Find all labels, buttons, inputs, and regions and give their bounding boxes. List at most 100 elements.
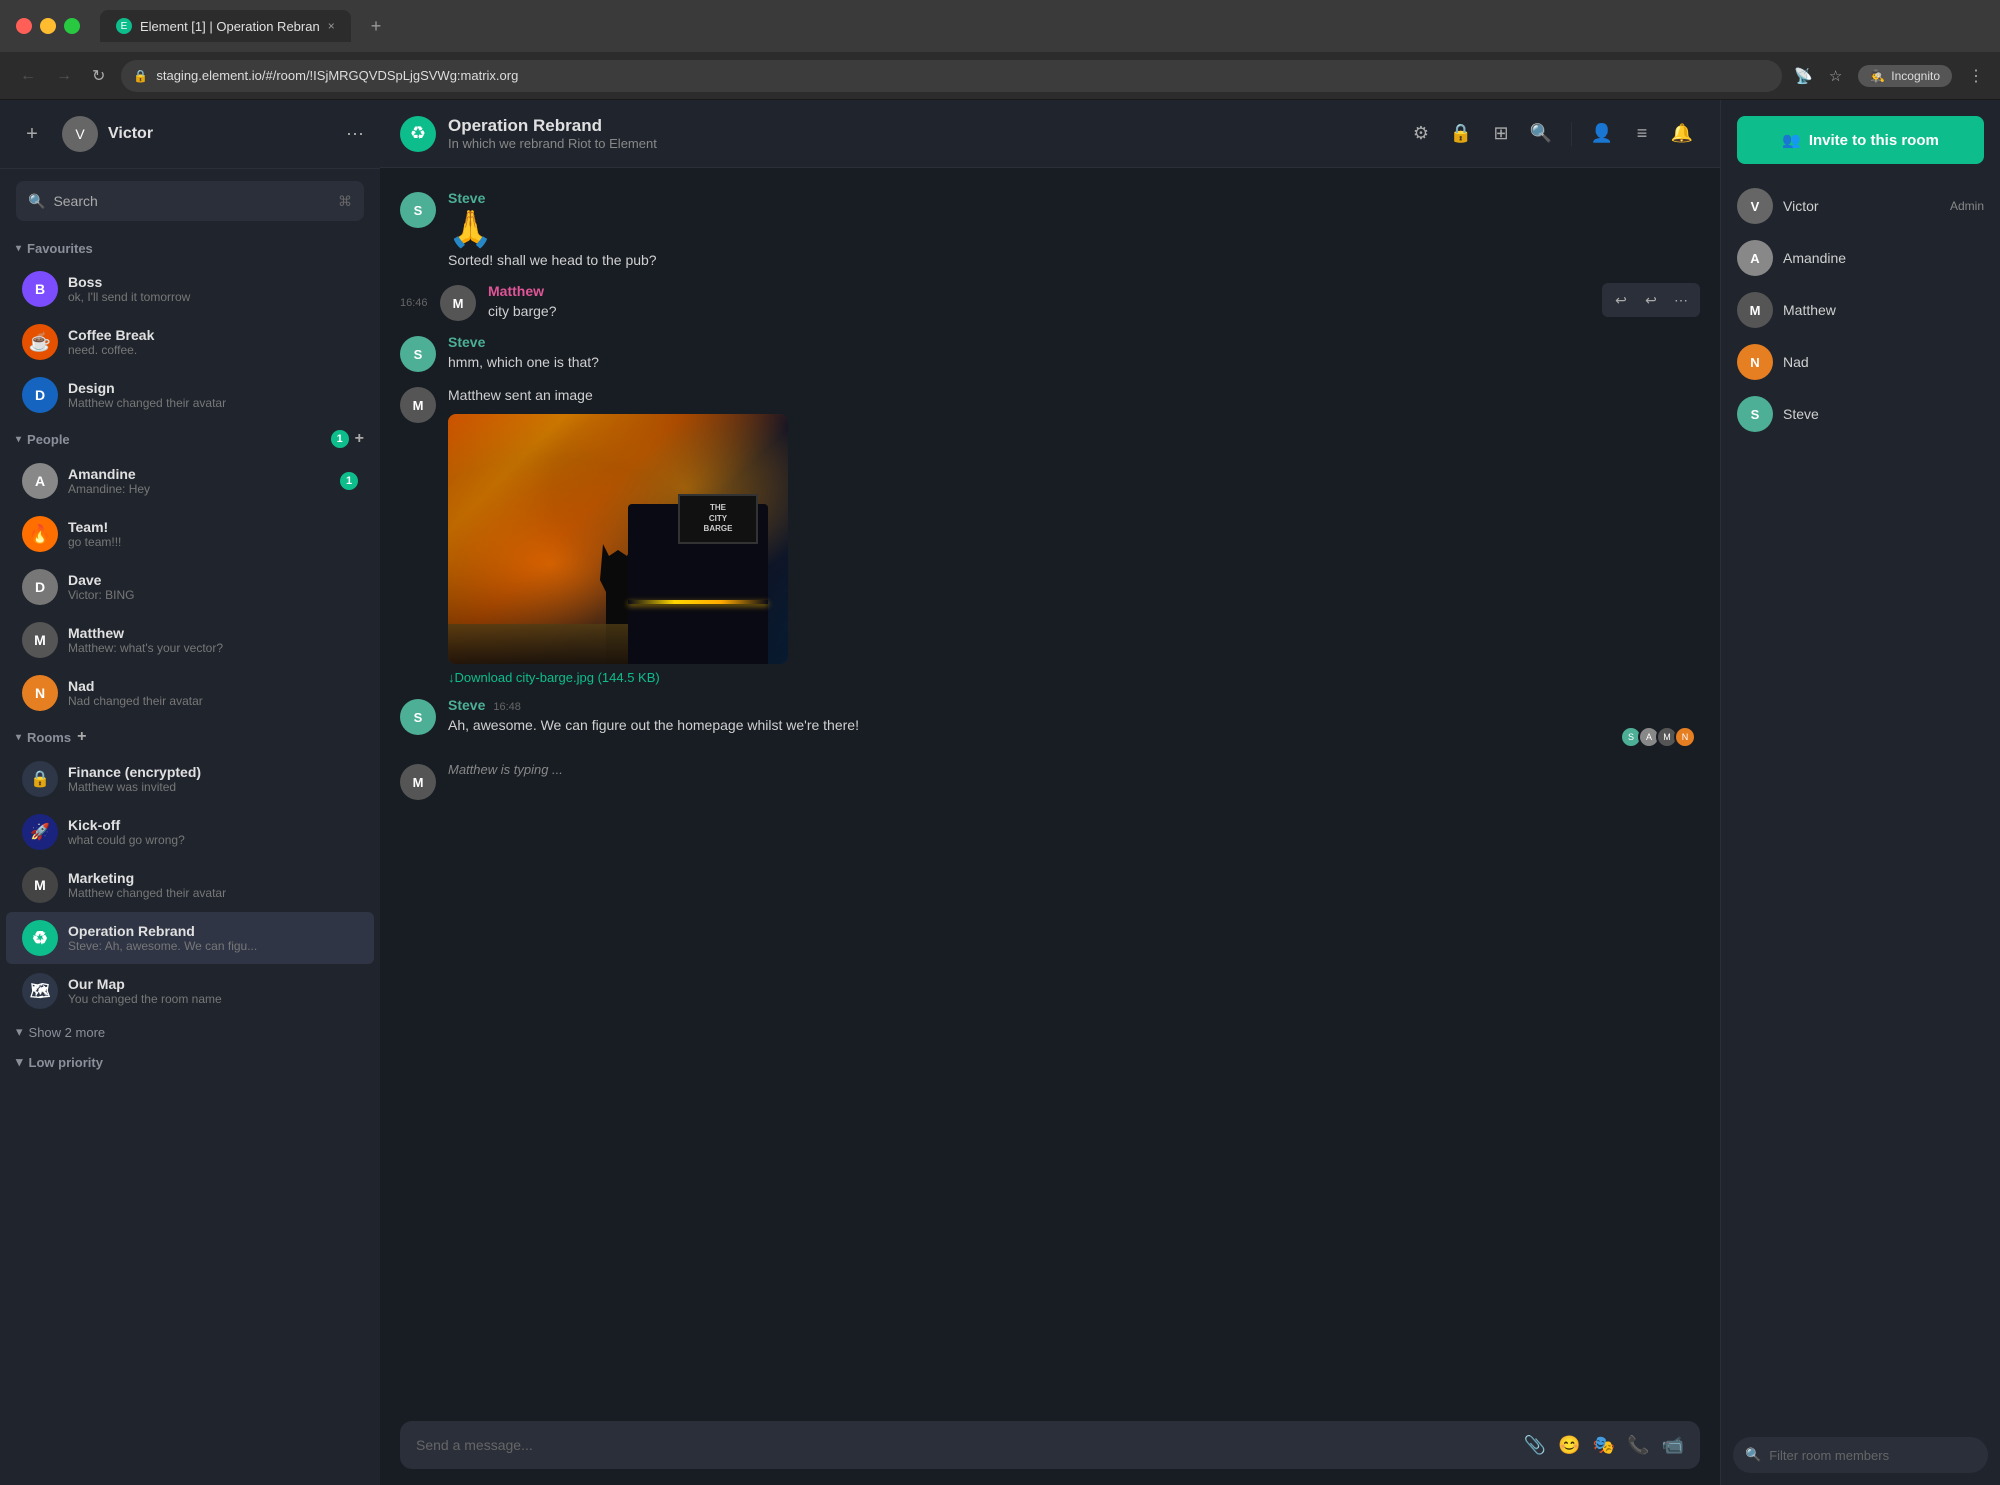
close-window-btn[interactable] <box>16 18 32 34</box>
sidebar-header: + V Victor ⋯ <box>0 100 380 169</box>
typing-indicator: Matthew is typing ... <box>448 762 1700 777</box>
message-group-steve1: S Steve 🙏 Sorted! shall we head to the p… <box>380 184 1720 277</box>
member-avatar-victor: V <box>1737 188 1773 224</box>
room-security-btn[interactable]: 🔒 <box>1443 116 1479 152</box>
chat-header-info: Operation Rebrand In which we rebrand Ri… <box>448 116 1403 151</box>
room-item-coffee[interactable]: ☕ Coffee Break need. coffee. <box>6 316 374 368</box>
msg-reactions: S A M N <box>1624 726 1696 748</box>
browser-chrome: E Element [1] | Operation Rebran × + ← →… <box>0 0 2000 100</box>
create-room-btn[interactable]: + <box>16 118 48 150</box>
room-item-boss[interactable]: B Boss ok, I'll send it tomorrow <box>6 263 374 315</box>
browser-tab[interactable]: E Element [1] | Operation Rebran × <box>100 10 351 42</box>
user-avatar[interactable]: V <box>62 116 98 152</box>
sidebar-menu-btn[interactable]: ⋯ <box>346 124 364 145</box>
show-more-btn[interactable]: ▾ Show 2 more <box>0 1018 380 1046</box>
msg-image[interactable]: THECITYBARGE <box>448 414 788 664</box>
design-name: Design <box>68 380 358 396</box>
filter-search-icon: 🔍 <box>1745 1447 1761 1463</box>
room-search-btn[interactable]: 🔍 <box>1523 116 1559 152</box>
incognito-badge: 🕵 Incognito <box>1858 65 1952 87</box>
msg-body-steve2: Steve hmm, which one is that? <box>448 334 1700 373</box>
room-apps-btn[interactable]: ⊞ <box>1483 116 1519 152</box>
add-room-btn[interactable]: + <box>77 728 86 746</box>
more-actions-btn[interactable]: ⋯ <box>1668 287 1694 313</box>
address-bar[interactable]: 🔒 staging.element.io/#/room/!ISjMRGQVDSp… <box>121 60 1782 92</box>
emoji-btn[interactable]: 😊 <box>1558 1435 1580 1456</box>
browser-nav: ← → ↻ 🔒 staging.element.io/#/room/!ISjMR… <box>0 52 2000 100</box>
members-list: V Victor Admin A Amandine M Matthew N Na… <box>1721 180 2000 1429</box>
room-settings-btn[interactable]: ⚙ <box>1403 116 1439 152</box>
sign-text: THECITYBARGE <box>704 503 733 534</box>
member-item-nad[interactable]: N Nad <box>1733 336 1988 388</box>
reply-btn[interactable]: ↩ <box>1638 287 1664 313</box>
room-item-dave[interactable]: D Dave Victor: BING <box>6 561 374 613</box>
message-input-area: Send a message... 📎 😊 🎭 📞 📹 <box>380 1409 1720 1485</box>
section-favourites[interactable]: ▾ Favourites <box>0 233 380 262</box>
search-box[interactable]: 🔍 Search ⌘ <box>16 181 364 221</box>
browser-menu-btn[interactable]: ⋮ <box>1968 66 1984 86</box>
people-chevron: ▾ <box>16 434 21 445</box>
members-panel-btn[interactable]: 👤 <box>1584 116 1620 152</box>
member-item-matthew[interactable]: M Matthew <box>1733 284 1988 336</box>
notifications-btn[interactable]: 🔔 <box>1664 116 1700 152</box>
favourites-label: Favourites <box>27 241 93 256</box>
video-call-btn[interactable]: 📹 <box>1662 1435 1684 1456</box>
boss-preview: ok, I'll send it tomorrow <box>68 290 358 304</box>
sticker-btn[interactable]: 🎭 <box>1593 1435 1615 1456</box>
design-info: Design Matthew changed their avatar <box>68 380 358 410</box>
section-rooms[interactable]: ▾ Rooms + <box>0 720 380 752</box>
room-item-marketing[interactable]: M Marketing Matthew changed their avatar <box>6 859 374 911</box>
marketing-preview: Matthew changed their avatar <box>68 886 358 900</box>
member-item-victor[interactable]: V Victor Admin <box>1733 180 1988 232</box>
voice-call-btn[interactable]: 📞 <box>1627 1435 1649 1456</box>
room-item-kickoff[interactable]: 🚀 Kick-off what could go wrong? <box>6 806 374 858</box>
nav-back-btn[interactable]: ← <box>16 63 40 89</box>
room-item-finance[interactable]: 🔒 Finance (encrypted) Matthew was invite… <box>6 753 374 805</box>
bookmark-icon[interactable]: ☆ <box>1829 67 1842 85</box>
room-item-amandine[interactable]: A Amandine Amandine: Hey 1 <box>6 455 374 507</box>
msg-emoji-steve1: 🙏 <box>448 208 1700 250</box>
attachment-btn[interactable]: 📎 <box>1524 1435 1546 1456</box>
favourites-chevron: ▾ <box>16 243 21 254</box>
msg-download-btn[interactable]: ↓Download city-barge.jpg (144.5 KB) <box>448 670 1700 685</box>
msg-body-matthew1: Matthew city barge? <box>488 283 1700 322</box>
member-role-victor: Admin <box>1950 199 1984 213</box>
member-item-amandine[interactable]: A Amandine <box>1733 232 1988 284</box>
new-tab-btn[interactable]: + <box>363 12 390 41</box>
msg-caption-matthew2: Matthew sent an image <box>448 385 1700 406</box>
msg-avatar-matthew1: M <box>440 285 476 321</box>
minimize-window-btn[interactable] <box>40 18 56 34</box>
member-avatar-nad: N <box>1737 344 1773 380</box>
low-priority-section[interactable]: ▾ Low priority <box>0 1046 380 1076</box>
msg-hover-actions: ↩ ↩ ⋯ <box>1602 283 1700 317</box>
app-container: + V Victor ⋯ 🔍 Search ⌘ ▾ Favourites B B… <box>0 100 2000 1485</box>
room-item-design[interactable]: D Design Matthew changed their avatar <box>6 369 374 421</box>
react-btn[interactable]: ↩ <box>1608 287 1634 313</box>
messages-container[interactable]: S Steve 🙏 Sorted! shall we head to the p… <box>380 168 1720 1409</box>
tab-title: Element [1] | Operation Rebran <box>140 19 320 34</box>
room-item-rebrand[interactable]: ♻ Operation Rebrand Steve: Ah, awesome. … <box>6 912 374 964</box>
threads-btn[interactable]: ≡ <box>1624 116 1660 152</box>
msg-avatar-steve1: S <box>400 192 436 228</box>
nav-forward-btn[interactable]: → <box>52 63 76 89</box>
room-item-ourmap[interactable]: 🗺 Our Map You changed the room name <box>6 965 374 1017</box>
tab-favicon: E <box>116 18 132 34</box>
tab-close-btn[interactable]: × <box>328 19 335 33</box>
msg-image-container[interactable]: THECITYBARGE <box>448 414 1700 664</box>
nav-actions: 📡 ☆ 🕵 Incognito ⋮ <box>1794 65 1984 87</box>
search-shortcut-icon: ⌘ <box>338 193 352 210</box>
add-people-btn[interactable]: + <box>355 430 364 448</box>
filter-placeholder: Filter room members <box>1769 1448 1889 1463</box>
section-people[interactable]: ▾ People 1 + <box>0 422 380 454</box>
matthew-preview: Matthew: what's your vector? <box>68 641 358 655</box>
filter-members-input[interactable]: 🔍 Filter room members <box>1733 1437 1988 1473</box>
cast-icon[interactable]: 📡 <box>1794 67 1813 85</box>
room-item-nad[interactable]: N Nad Nad changed their avatar <box>6 667 374 719</box>
message-input[interactable]: Send a message... <box>416 1437 1514 1453</box>
nav-reload-btn[interactable]: ↻ <box>88 62 109 90</box>
member-item-steve[interactable]: S Steve <box>1733 388 1988 440</box>
invite-btn[interactable]: 👥 Invite to this room <box>1737 116 1984 164</box>
maximize-window-btn[interactable] <box>64 18 80 34</box>
room-item-team[interactable]: 🔥 Team! go team!!! <box>6 508 374 560</box>
room-item-matthew[interactable]: M Matthew Matthew: what's your vector? <box>6 614 374 666</box>
